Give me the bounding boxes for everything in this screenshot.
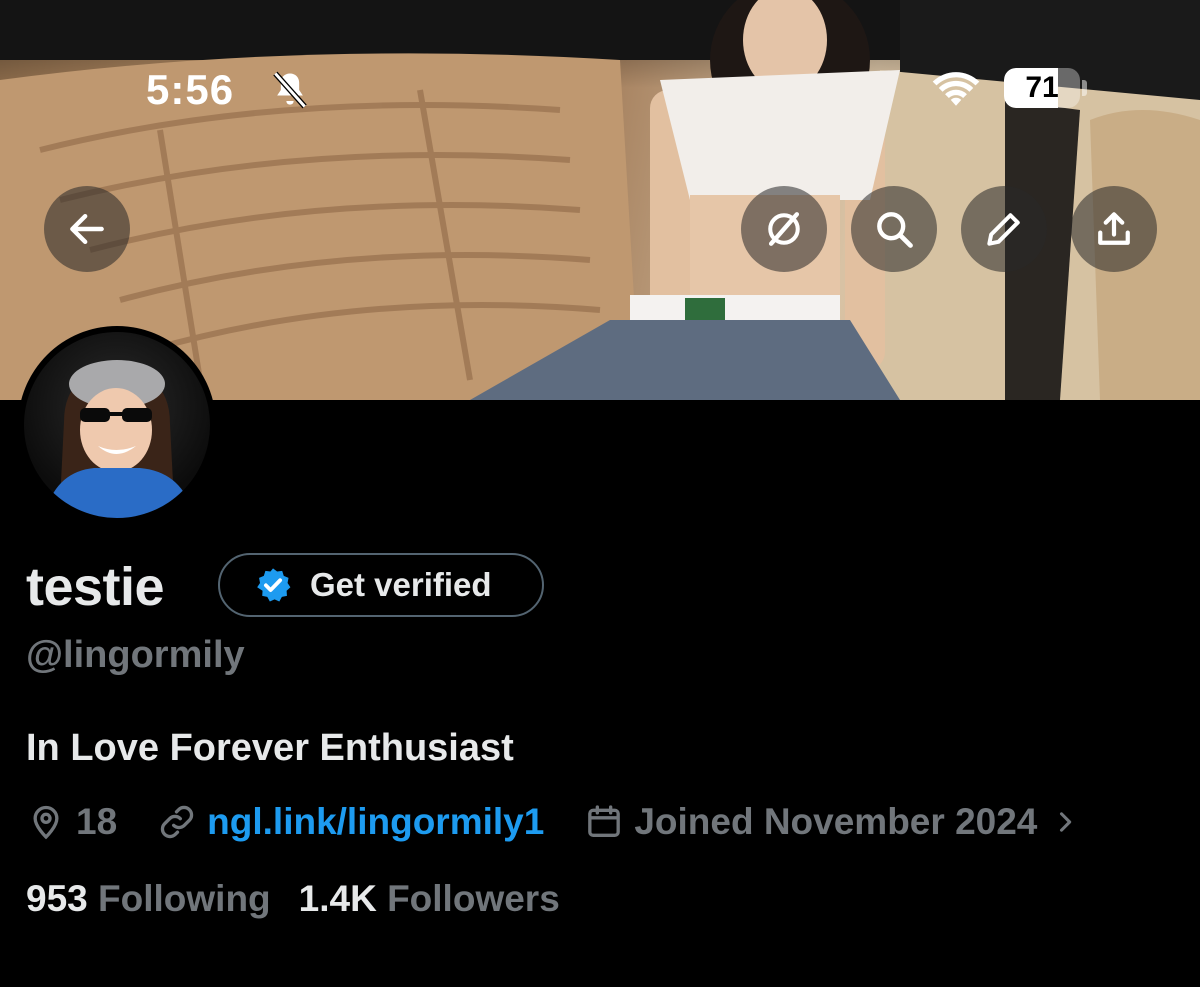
get-verified-button[interactable]: Get verified xyxy=(218,553,544,617)
verified-badge-icon xyxy=(257,568,291,602)
edit-button[interactable] xyxy=(961,186,1047,272)
followers-label: Followers xyxy=(387,878,560,919)
get-verified-label: Get verified xyxy=(310,566,492,603)
share-button[interactable] xyxy=(1071,186,1157,272)
following-link[interactable]: 953 Following xyxy=(26,878,271,920)
display-name: testie xyxy=(26,557,165,617)
back-button[interactable] xyxy=(44,186,130,272)
location-item: 18 xyxy=(26,801,117,843)
following-label: Following xyxy=(98,878,271,919)
followers-count: 1.4K xyxy=(298,878,377,919)
location-pin-icon xyxy=(33,805,59,840)
bell-slash-icon xyxy=(273,71,307,109)
profile-banner[interactable]: 5:56 71 xyxy=(0,0,1200,400)
search-button[interactable] xyxy=(851,186,937,272)
avatar-image xyxy=(24,332,210,518)
pencil-icon xyxy=(987,213,1020,246)
username-handle: @lingormily xyxy=(26,634,245,676)
followers-link[interactable]: 1.4K Followers xyxy=(299,878,560,920)
profile-bio: In Love Forever Enthusiast xyxy=(26,727,514,769)
website-item[interactable]: ngl.link/lingormily1 xyxy=(157,801,544,843)
following-count: 953 xyxy=(26,878,88,919)
grok-icon xyxy=(768,212,800,246)
joined-item[interactable]: Joined November 2024 xyxy=(584,801,1079,843)
battery-cap xyxy=(1082,80,1087,96)
chevron-right-icon xyxy=(1060,812,1072,832)
wifi-icon xyxy=(932,72,980,106)
follow-stats: 953 Following 1.4K Followers xyxy=(26,878,560,920)
battery-indicator: 71 xyxy=(1004,68,1080,108)
location-text: 18 xyxy=(76,801,118,842)
battery-level: 71 xyxy=(1025,71,1059,104)
grok-button[interactable] xyxy=(741,186,827,272)
calendar-icon xyxy=(588,805,621,837)
avatar-photo xyxy=(44,360,194,518)
profile-avatar[interactable] xyxy=(18,326,216,524)
search-icon xyxy=(877,212,913,248)
share-icon xyxy=(1098,212,1130,245)
link-icon xyxy=(160,805,194,839)
website-link[interactable]: ngl.link/lingormily1 xyxy=(207,801,544,843)
profile-meta: 18 ngl.link/lingormily1 Joined November … xyxy=(26,796,1079,848)
status-time: 5:56 xyxy=(146,66,235,113)
arrow-left-icon xyxy=(70,213,104,245)
joined-date: Joined November 2024 xyxy=(634,801,1038,842)
